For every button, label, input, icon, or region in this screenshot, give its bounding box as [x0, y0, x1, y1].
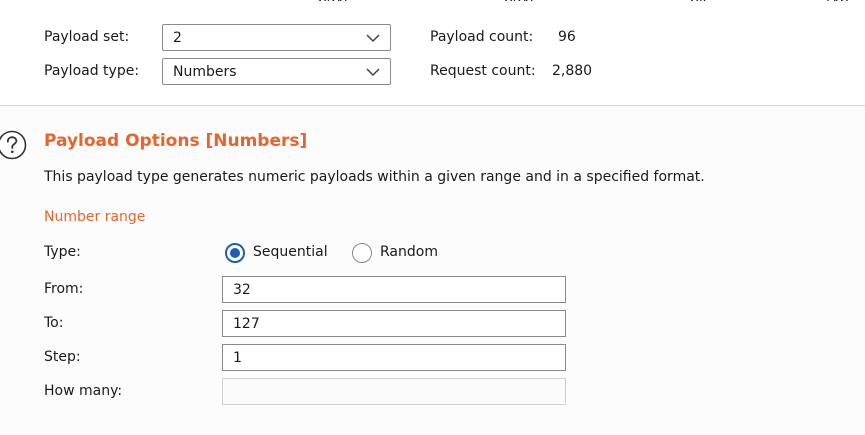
payload-type-value: Numbers — [173, 63, 237, 80]
chevron-down-icon — [366, 68, 380, 77]
payload-type-select[interactable]: Numbers — [162, 58, 391, 85]
step-value: 1 — [233, 349, 242, 366]
how-many-label: How many: — [44, 383, 123, 399]
step-field[interactable]: 1 — [222, 344, 566, 371]
how-many-field — [222, 378, 566, 405]
section-title: Payload Options [Numbers] — [44, 131, 308, 151]
cut-off-text-3: ple — [690, 0, 711, 1]
from-field[interactable]: 32 — [222, 276, 566, 303]
cut-off-text-4: typ — [826, 0, 849, 1]
step-label: Step: — [44, 349, 81, 365]
cut-off-text-line: payl payl ple typ — [0, 0, 865, 1]
cut-off-text-2: payl — [504, 0, 534, 1]
request-count-label: Request count: — [430, 63, 536, 79]
cut-off-text-1: payl — [318, 0, 348, 1]
from-value: 32 — [233, 281, 251, 298]
payload-count-value: 96 — [558, 29, 576, 45]
payload-type-label: Payload type: — [44, 63, 140, 79]
request-count-value: 2,880 — [552, 63, 593, 79]
chevron-down-icon — [366, 34, 380, 43]
radio-random-label[interactable]: Random — [380, 243, 438, 261]
radio-random[interactable] — [352, 243, 372, 263]
payload-set-select[interactable]: 2 — [162, 24, 391, 51]
radio-sequential[interactable] — [225, 243, 245, 263]
payload-set-label: Payload set: — [44, 29, 130, 45]
to-label: To: — [44, 315, 64, 331]
number-range-heading: Number range — [44, 209, 146, 225]
to-field[interactable]: 127 — [222, 310, 566, 337]
section-description: This payload type generates numeric payl… — [44, 169, 705, 185]
type-label: Type: — [44, 244, 81, 260]
to-value: 127 — [233, 315, 260, 332]
radio-sequential-label[interactable]: Sequential — [253, 243, 328, 261]
payload-count-label: Payload count: — [430, 29, 534, 45]
help-icon[interactable] — [0, 129, 28, 161]
payload-set-value: 2 — [173, 29, 182, 46]
from-label: From: — [44, 281, 84, 297]
